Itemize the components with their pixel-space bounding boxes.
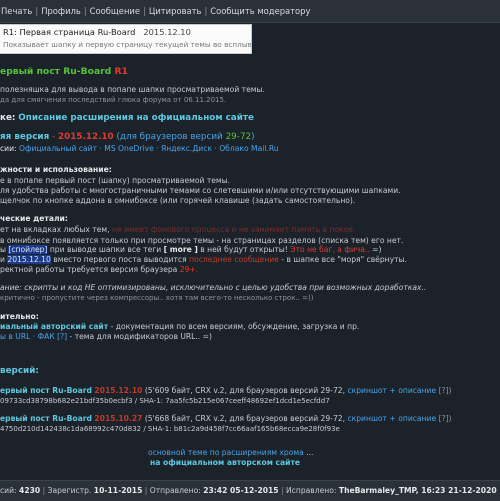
extension-description-link[interactable]: Описание расширения на официальном сайте — [18, 113, 254, 123]
main-thread-link[interactable]: основной теме по расширениям хрома — [148, 448, 304, 457]
quote-link[interactable]: Цитировать — [148, 6, 203, 16]
author-site-link[interactable]: иальный авторский сайт — [0, 322, 108, 331]
extra-2: ы в URL · ФАК [?] - тема для модификатор… — [0, 332, 212, 341]
tech-1: ет на вкладках любых тем, не имеет фонов… — [0, 225, 356, 234]
screenshot-link[interactable]: скриншот — [347, 386, 387, 395]
tech-4: и 2015.12.10 вместо первого поста выводи… — [0, 255, 407, 264]
tooltip-title: R1: Первая страница Ru-Board — [3, 27, 136, 37]
extension-tooltip: R1: Первая страница Ru-Board 2015.12.10 П… — [0, 24, 252, 54]
description-link[interactable]: описание — [398, 414, 436, 423]
post-status-bar: сий: 4230 | Зарегистр. 10-11-2015 | Отпр… — [0, 480, 500, 501]
post-heading-tag: R1 — [114, 66, 128, 77]
registered-date: 10-11-2015 — [93, 486, 143, 495]
url-faq-link[interactable]: ы в URL · ФАК — [0, 332, 55, 341]
tooltip-date: 2015.12.10 — [143, 27, 191, 37]
download-hash-1: 09733cd38798b682e21bdf35b0ecbf3 / SHA-1:… — [0, 397, 330, 405]
feature-2: ля удобства работы с многостраничными те… — [0, 186, 401, 195]
toolbar-separator: | — [143, 6, 146, 16]
tooltip-text: Показывает шапку и первую страницу текущ… — [3, 40, 252, 50]
profile-link[interactable]: Профиль — [40, 6, 82, 16]
post-toolbar: Печать | Профиль | Сообщение | Цитировать | Сооб… — [0, 0, 500, 23]
tech-heading: ческие детали: — [0, 214, 68, 223]
version-value: 2015.12.10 — [58, 132, 114, 142]
tech-3: ы [спойлер] при выводе шапки все теги [ … — [0, 245, 382, 254]
toolbar-separator: | — [83, 6, 87, 16]
feature-3: щелчок по кнопке аддона в омнибоксе (или… — [0, 196, 356, 205]
official-site-link[interactable]: на официальном авторском сайте — [150, 458, 300, 467]
footer-line-2: на официальном авторском сайте — [150, 458, 500, 468]
message-count: 4230 — [19, 486, 41, 495]
post-intro-1: полезняшка для вывода в попапе шапки про… — [0, 85, 265, 94]
edited-by: TheBarmaley_TMP, 16:23 21-12-2020 — [338, 486, 497, 495]
version-line: яя версия - 2015.12.10 (для браузеров ве… — [0, 132, 255, 142]
message-link[interactable]: Сообщение — [89, 6, 141, 16]
extra-1: иальный авторский сайт - документация по… — [0, 322, 360, 331]
note-2: критично - пропустите через компрессоры.… — [0, 294, 314, 302]
download-item-2: ервый пост Ru-Board 2015.10.27 (5'668 ба… — [0, 414, 452, 423]
downloads-heading: версий: — [0, 366, 39, 376]
report-moderator-link[interactable]: Сообщить модератору — [209, 6, 311, 16]
screenshot-link[interactable]: скриншот — [347, 414, 387, 423]
download-item-1: ервый пост Ru-Board 2015.12.10 (5'609 ба… — [0, 386, 452, 395]
mirror-links[interactable]: Официальный сайт · MS OneDrive · Яндекс.… — [19, 144, 279, 153]
download-link[interactable]: ервый пост Ru-Board — [0, 414, 92, 423]
sent-date: 23:42 05-12-2015 — [203, 486, 279, 495]
tech-5: ректной работы требуется версия браузера… — [0, 265, 199, 274]
note-1: ание: скрипты и код НЕ оптимизированы, и… — [0, 283, 427, 292]
download-link[interactable]: ервый пост Ru-Board — [0, 386, 92, 395]
post-heading: ервый пост Ru-Board R1 — [0, 66, 128, 77]
print-link[interactable]: Печать — [0, 6, 33, 16]
features-heading: жности и использование: — [0, 165, 112, 174]
extra-heading: ительно: — [0, 312, 39, 321]
mirrors-line: сии: Официальный сайт · MS OneDrive · Ян… — [0, 144, 279, 153]
feature-1: е в попапе первый пост (шапку) просматри… — [0, 176, 231, 185]
footer-line-1: основной теме по расширениям хрома ... — [148, 448, 314, 457]
description-link[interactable]: описание — [398, 386, 436, 395]
post-intro-2: да для смягчения последствий глюка форум… — [0, 96, 227, 104]
download-hash-2: 4750d210d142438c1da68992c470d832 / SHA-1… — [0, 425, 340, 433]
extension-line: ке: Описание расширения на официальном с… — [0, 113, 254, 123]
